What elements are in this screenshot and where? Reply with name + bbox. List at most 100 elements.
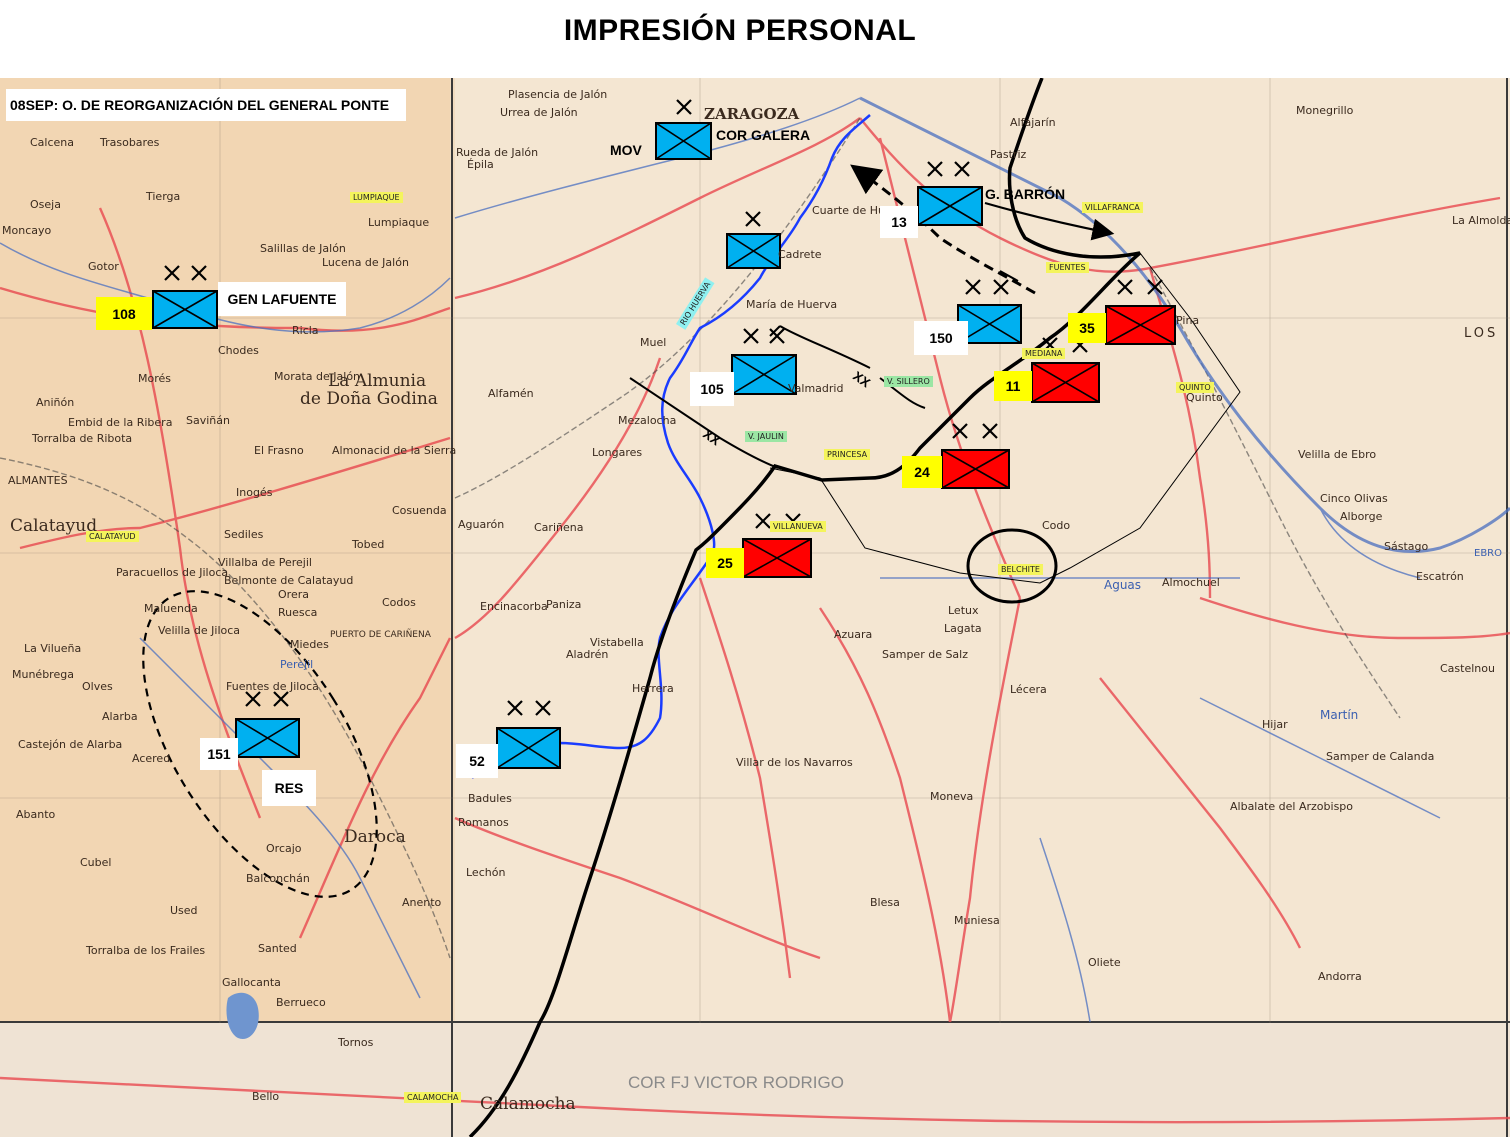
place-castelnou: Castelnou (1440, 662, 1495, 675)
place-tobed: Tobed (352, 538, 385, 551)
place-aguaron: Aguarón (458, 518, 505, 531)
unit-commander-barron: G. BARRÓN (985, 186, 1066, 202)
place-lucena: Lucena de Jalón (322, 256, 409, 269)
unit-number-105: 105 (690, 372, 734, 406)
place-cadrete: Cadrete (778, 248, 822, 261)
highlight-jaulin: V. JAULIN (745, 431, 787, 442)
highlight-calamocha: CALAMOCHA (404, 1092, 462, 1103)
place-alfajarin: Alfajarín (1010, 116, 1056, 129)
river-label-martin: Martín (1320, 708, 1359, 722)
place-santed: Santed (258, 942, 297, 955)
place-ruesca: Ruesca (278, 606, 318, 619)
map-subtitle: 08SEP: O. DE REORGANIZACIÓN DEL GENERAL … (6, 89, 406, 121)
place-embid: Embid de la Ribera (68, 416, 173, 429)
place-acered: Acered (132, 752, 171, 765)
place-olves: Olves (82, 680, 113, 693)
unit-number-108: 108 (96, 297, 152, 330)
place-encinacorba: Encinacorba (480, 600, 548, 613)
highlight-mediana: MEDIANA (1022, 348, 1066, 359)
river-label-ebro: EBRO (1474, 548, 1502, 559)
place-inoges: Inogés (236, 486, 273, 499)
unit-number-151: 151 (200, 738, 238, 770)
place-daroca: Daroca (344, 827, 406, 847)
place-almolda: La Almolda (1452, 214, 1510, 227)
place-almochuel: Almochuel (1162, 576, 1220, 589)
place-lumpiaque: Lumpiaque (368, 216, 430, 229)
place-herrera: Herrera (632, 682, 674, 695)
place-morata: Morata de Jalón (274, 370, 361, 383)
place-abanto: Abanto (16, 808, 56, 821)
place-lagata: Lagata (944, 622, 982, 635)
place-epila: Épila (467, 158, 494, 171)
place-orcajo: Orcajo (266, 842, 302, 855)
place-berrueco: Berrueco (276, 996, 326, 1009)
place-moncayo: Moncayo (2, 224, 52, 237)
highlight-quinto: QUINTO (1176, 382, 1214, 393)
place-muel: Muel (640, 336, 667, 349)
place-velilla: Velilla de Jiloca (158, 624, 241, 637)
place-alborge: Alborge (1340, 510, 1383, 523)
place-sediles: Sediles (224, 528, 264, 541)
place-salillas: Salillas de Jalón (260, 242, 346, 255)
place-ricla: Ricla (292, 324, 319, 337)
place-cosuenda: Cosuenda (392, 504, 447, 517)
place-frasno: El Frasno (254, 444, 304, 457)
place-paniza: Paniza (546, 598, 582, 611)
place-mores: Morés (138, 372, 171, 385)
place-blesa: Blesa (870, 896, 900, 909)
place-chodes: Chodes (218, 344, 259, 357)
place-almantes: ALMANTES (8, 474, 68, 487)
place-urrea: Urrea de Jalón (500, 106, 578, 119)
place-orera: Orera (278, 588, 309, 601)
unit-number-24: 24 (902, 456, 942, 488)
place-badules: Badules (468, 792, 512, 805)
place-tornos: Tornos (338, 1036, 374, 1049)
place-mezalocha: Mezalocha (618, 414, 677, 427)
place-balconchan: Balconchán (246, 872, 310, 885)
place-vilueña: La Vilueña (24, 642, 82, 655)
place-velilla-ebro: Velilla de Ebro (1298, 448, 1377, 461)
place-rueda: Rueda de Jalón (456, 146, 539, 159)
place-alfamen: Alfamén (488, 387, 534, 400)
place-cubel: Cubel (80, 856, 112, 869)
unit-label-mov: MOV (610, 142, 642, 158)
place-trasobares: Trasobares (100, 136, 160, 149)
place-gallocanta: Gallocanta (222, 976, 281, 989)
place-castejon: Castejón de Alarba (18, 738, 123, 751)
place-almonacid: Almonacid de la Sierra (332, 444, 457, 457)
place-villar: Villar de los Navarros (736, 756, 853, 769)
place-anento: Anento (402, 896, 442, 909)
highlight-calatayud: CALATAYUD (86, 531, 139, 542)
place-andorra: Andorra (1318, 970, 1362, 983)
unit-number-35: 35 (1068, 313, 1106, 343)
place-bello: Bello (252, 1090, 280, 1103)
place-almunia: de Doña Godina (300, 389, 438, 409)
highlight-villafranca: VILLAFRANCA (1082, 202, 1143, 213)
place-calcena: Calcena (30, 136, 75, 149)
unit-commander-galera: COR GALERA (716, 127, 811, 143)
place-monegrillo: Monegrillo (1296, 104, 1354, 117)
place-hijar: Hijar (1262, 718, 1288, 731)
place-lechon: Lechón (466, 866, 506, 879)
unit-note-reserve: RES (262, 770, 316, 806)
place-aninon: Aniñón (36, 396, 75, 409)
place-azuara: Azuara (834, 628, 873, 641)
place-longares: Longares (592, 446, 643, 459)
unit-commander-lafuente: GEN LAFUENTE (218, 282, 346, 316)
place-lecera: Lécera (1010, 683, 1047, 696)
unit-number-25: 25 (706, 548, 744, 578)
place-los: LOS (1464, 326, 1499, 341)
place-alarba: Alarba (102, 710, 138, 723)
place-romanos: Romanos (458, 816, 509, 829)
place-pastriz: Pastriz (990, 148, 1027, 161)
place-moneva: Moneva (930, 790, 974, 803)
unit-number-13: 13 (880, 206, 918, 238)
page-title: IMPRESIÓN PERSONAL (563, 14, 917, 47)
place-miedes: Miedes (290, 638, 329, 651)
place-calatayud: Calatayud (10, 516, 98, 536)
place-calamocha: Calamocha (480, 1094, 576, 1114)
place-savinan: Saviñán (186, 414, 230, 427)
place-cinco-olivas: Cinco Olivas (1320, 492, 1388, 505)
map-canvas[interactable]: XX XX 08SEP: O. DE REORGANIZACIÓN DEL GE… (0, 78, 1510, 1137)
place-codos: Codos (382, 596, 416, 609)
